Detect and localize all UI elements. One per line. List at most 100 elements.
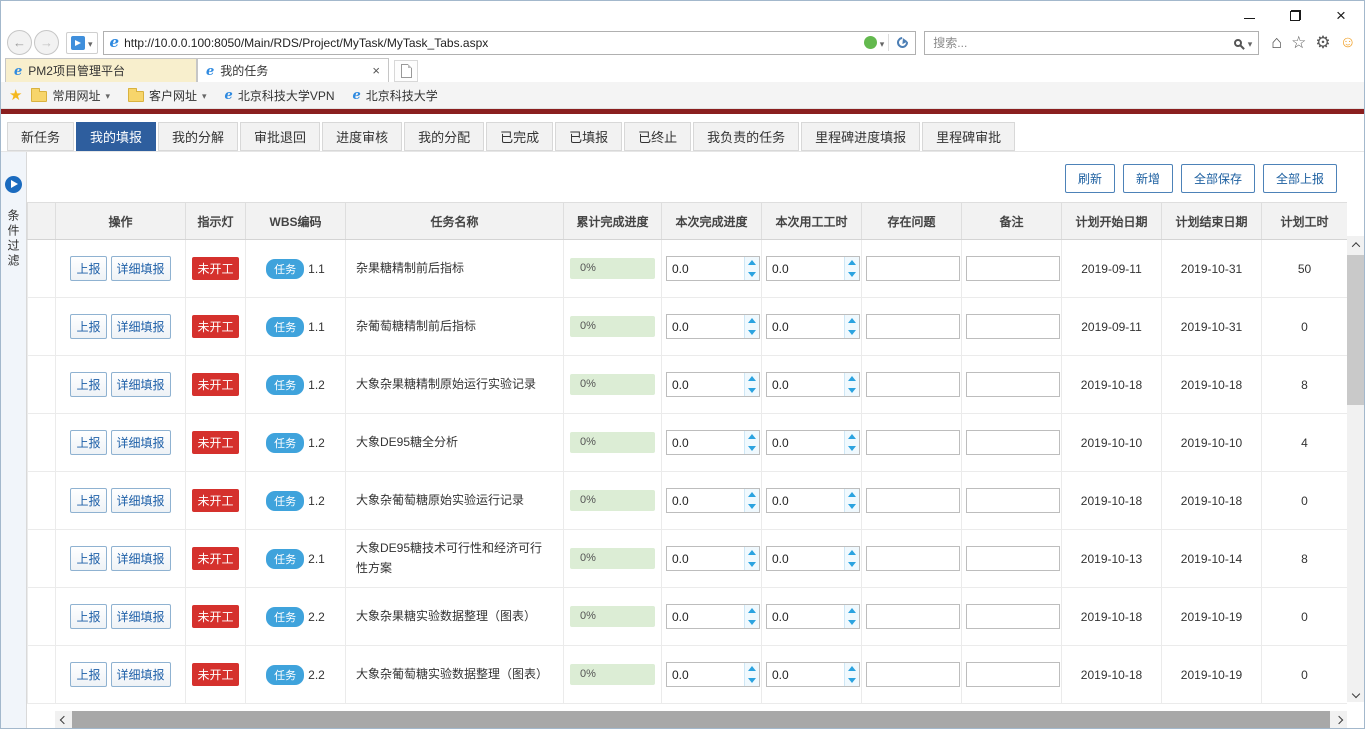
tab-terminated[interactable]: 已终止 (624, 122, 691, 151)
scroll-up-button[interactable] (1347, 236, 1364, 253)
address-dropdown-icon[interactable] (880, 36, 885, 50)
home-icon[interactable] (1271, 32, 1282, 53)
tab-close-icon[interactable] (372, 63, 380, 78)
feedback-smiley-icon[interactable] (1340, 34, 1356, 52)
detail-report-button[interactable]: 详细填报 (111, 430, 171, 455)
row-selector-cell[interactable] (28, 298, 56, 356)
spin-up-icon[interactable] (745, 373, 759, 385)
search-icon[interactable] (1234, 39, 1242, 47)
search-input[interactable] (931, 35, 1233, 51)
row-selector-cell[interactable] (28, 240, 56, 298)
spin-up-icon[interactable] (845, 547, 859, 559)
search-box[interactable] (924, 31, 1259, 55)
submit-all-button[interactable]: 全部上报 (1263, 164, 1337, 193)
tab-approval-returned[interactable]: 审批退回 (240, 122, 320, 151)
note-input[interactable] (966, 546, 1060, 571)
tab-milestone-progress[interactable]: 里程碑进度填报 (801, 122, 920, 151)
favorite-link-ustb[interactable]: 北京科技大学 (344, 84, 447, 106)
quick-access-button[interactable] (66, 32, 98, 54)
spin-down-icon[interactable] (845, 617, 859, 629)
report-button[interactable]: 上报 (70, 662, 106, 687)
back-button[interactable] (7, 30, 32, 55)
issue-input[interactable] (866, 488, 960, 513)
spin-down-icon[interactable] (845, 269, 859, 281)
issue-input[interactable] (866, 256, 960, 281)
scroll-right-button[interactable] (1330, 711, 1347, 728)
tab-progress-review[interactable]: 进度审核 (322, 122, 402, 151)
row-selector-cell[interactable] (28, 414, 56, 472)
report-button[interactable]: 上报 (70, 430, 106, 455)
report-button[interactable]: 上报 (70, 314, 106, 339)
spin-up-icon[interactable] (745, 605, 759, 617)
horizontal-scroll-thumb[interactable] (72, 711, 1330, 728)
tab-completed[interactable]: 已完成 (486, 122, 553, 151)
spin-up-icon[interactable] (845, 431, 859, 443)
detail-report-button[interactable]: 详细填报 (111, 546, 171, 571)
note-input[interactable] (966, 314, 1060, 339)
close-button[interactable] (1318, 1, 1364, 29)
row-selector-cell[interactable] (28, 472, 56, 530)
search-dropdown-icon[interactable] (1248, 36, 1253, 50)
note-input[interactable] (966, 430, 1060, 455)
spin-up-icon[interactable] (845, 663, 859, 675)
spin-up-icon[interactable] (845, 489, 859, 501)
issue-input[interactable] (866, 546, 960, 571)
row-selector-cell[interactable] (28, 588, 56, 646)
favorite-folder-common[interactable]: 常用网址 (22, 84, 119, 106)
spin-down-icon[interactable] (845, 501, 859, 513)
spin-down-icon[interactable] (845, 385, 859, 397)
detail-report-button[interactable]: 详细填报 (111, 314, 171, 339)
detail-report-button[interactable]: 详细填报 (111, 604, 171, 629)
spin-down-icon[interactable] (845, 443, 859, 455)
tab-my-decompose[interactable]: 我的分解 (158, 122, 238, 151)
favorite-folder-customer[interactable]: 客户网址 (119, 84, 216, 106)
report-button[interactable]: 上报 (70, 488, 106, 513)
detail-report-button[interactable]: 详细填报 (111, 662, 171, 687)
spin-down-icon[interactable] (745, 675, 759, 687)
vertical-scrollbar[interactable] (1347, 152, 1364, 728)
spin-down-icon[interactable] (745, 501, 759, 513)
url-input[interactable] (119, 36, 864, 50)
scroll-left-button[interactable] (55, 711, 72, 728)
spin-up-icon[interactable] (745, 663, 759, 675)
spin-down-icon[interactable] (745, 269, 759, 281)
issue-input[interactable] (866, 604, 960, 629)
tab-filled[interactable]: 已填报 (555, 122, 622, 151)
issue-input[interactable] (866, 372, 960, 397)
spin-up-icon[interactable] (845, 605, 859, 617)
note-input[interactable] (966, 662, 1060, 687)
spin-up-icon[interactable] (745, 431, 759, 443)
note-input[interactable] (966, 256, 1060, 281)
refresh-button[interactable] (893, 37, 912, 48)
browser-tab-mytask[interactable]: 我的任务 (197, 58, 389, 82)
spin-down-icon[interactable] (845, 559, 859, 571)
refresh-grid-button[interactable]: 刷新 (1065, 164, 1115, 193)
spin-up-icon[interactable] (745, 489, 759, 501)
spin-down-icon[interactable] (745, 327, 759, 339)
favorites-icon[interactable] (1291, 33, 1306, 53)
favorites-bar-star-icon[interactable] (9, 86, 22, 104)
spin-up-icon[interactable] (745, 547, 759, 559)
report-button[interactable]: 上报 (70, 546, 106, 571)
spin-up-icon[interactable] (745, 257, 759, 269)
tab-my-assignment[interactable]: 我的分配 (404, 122, 484, 151)
note-input[interactable] (966, 604, 1060, 629)
new-tab-button[interactable] (394, 60, 418, 82)
report-button[interactable]: 上报 (70, 604, 106, 629)
detail-report-button[interactable]: 详细填报 (111, 372, 171, 397)
spin-up-icon[interactable] (845, 315, 859, 327)
spin-down-icon[interactable] (745, 559, 759, 571)
horizontal-scrollbar[interactable] (55, 711, 1347, 728)
add-button[interactable]: 新增 (1123, 164, 1173, 193)
report-button[interactable]: 上报 (70, 372, 106, 397)
detail-report-button[interactable]: 详细填报 (111, 488, 171, 513)
spin-down-icon[interactable] (745, 443, 759, 455)
row-selector-cell[interactable] (28, 646, 56, 704)
spin-down-icon[interactable] (745, 617, 759, 629)
detail-report-button[interactable]: 详细填报 (111, 256, 171, 281)
row-selector-cell[interactable] (28, 530, 56, 588)
favorite-link-vpn[interactable]: 北京科技大学VPN (216, 84, 344, 106)
address-bar[interactable] (103, 31, 917, 55)
scroll-down-button[interactable] (1347, 685, 1364, 702)
spin-down-icon[interactable] (845, 327, 859, 339)
